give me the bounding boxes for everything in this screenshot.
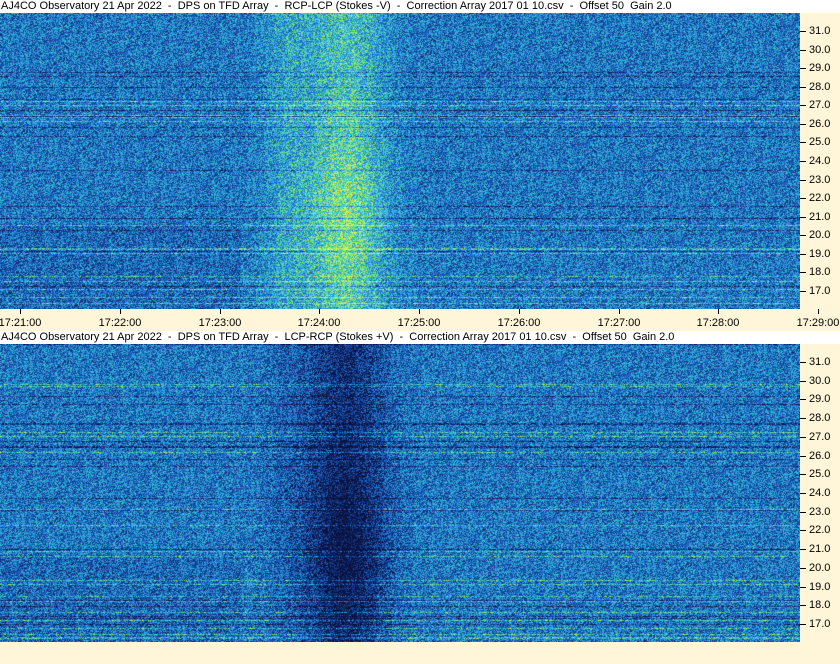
freq-label: 17.0 — [809, 618, 831, 630]
time-label: 17:22:00 — [98, 317, 142, 329]
panel2-frequency-axis: 31.0 30.0 29.0 28.0 27.0 26.0 25.0 24.0 23.0 22.0… — [800, 344, 840, 642]
time-label: 17:28:00 — [696, 317, 740, 329]
freq-label: 30.0 — [809, 44, 831, 56]
panel1-title: AJ4CO Observatory 21 Apr 2022 - DPS on T… — [0, 0, 840, 13]
freq-label: 21.0 — [809, 211, 831, 223]
time-axis: 17:21:00 17:22:00 17:23:00 17:24:00 17:25:00… — [0, 309, 840, 331]
time-label: 17:23:00 — [198, 317, 242, 329]
freq-label: 18.0 — [809, 599, 831, 611]
freq-tick — [800, 50, 806, 51]
time-label: 17:24:00 — [297, 317, 341, 329]
freq-tick — [800, 87, 806, 88]
freq-label: 17.0 — [809, 285, 831, 297]
time-label: 17:21:00 — [0, 317, 42, 329]
freq-label: 27.0 — [809, 431, 831, 443]
time-tick — [519, 309, 520, 314]
freq-tick — [800, 217, 806, 218]
freq-tick — [800, 235, 806, 236]
freq-tick — [800, 291, 806, 292]
freq-tick — [800, 605, 806, 606]
time-tick — [818, 309, 819, 314]
freq-label: 30.0 — [809, 375, 831, 387]
freq-label: 27.0 — [809, 99, 831, 111]
freq-label: 18.0 — [809, 266, 831, 278]
freq-label: 19.0 — [809, 248, 831, 260]
freq-tick — [800, 254, 806, 255]
freq-tick — [800, 568, 806, 569]
freq-label: 22.0 — [809, 524, 831, 536]
freq-label: 31.0 — [809, 356, 831, 368]
freq-label: 29.0 — [809, 393, 831, 405]
time-label: 17:27:00 — [597, 317, 641, 329]
freq-tick — [800, 142, 806, 143]
freq-tick — [800, 68, 806, 69]
time-label: 17:29:00 — [796, 317, 840, 329]
freq-label: 25.0 — [809, 468, 831, 480]
freq-tick — [800, 474, 806, 475]
freq-tick — [800, 493, 806, 494]
time-label: 17:25:00 — [397, 317, 441, 329]
panel2-title: AJ4CO Observatory 21 Apr 2022 - DPS on T… — [0, 331, 840, 344]
freq-tick — [800, 198, 806, 199]
freq-tick — [800, 587, 806, 588]
freq-label: 24.0 — [809, 155, 831, 167]
freq-tick — [800, 105, 806, 106]
freq-label: 23.0 — [809, 506, 831, 518]
freq-tick — [800, 418, 806, 419]
time-label: 17:26:00 — [497, 317, 541, 329]
time-tick — [20, 309, 21, 314]
freq-tick — [800, 456, 806, 457]
bottom-axis-strip — [0, 642, 840, 664]
freq-tick — [800, 161, 806, 162]
freq-label: 31.0 — [809, 25, 831, 37]
freq-label: 21.0 — [809, 543, 831, 555]
freq-tick — [800, 512, 806, 513]
freq-label: 24.0 — [809, 487, 831, 499]
freq-label: 23.0 — [809, 174, 831, 186]
freq-label: 19.0 — [809, 581, 831, 593]
time-tick — [120, 309, 121, 314]
panel1-spectrogram[interactable] — [0, 13, 800, 309]
freq-tick — [800, 530, 806, 531]
freq-label: 22.0 — [809, 192, 831, 204]
time-tick — [419, 309, 420, 314]
freq-tick — [800, 362, 806, 363]
freq-label: 20.0 — [809, 229, 831, 241]
freq-tick — [800, 31, 806, 32]
freq-label: 26.0 — [809, 118, 831, 130]
freq-tick — [800, 549, 806, 550]
time-tick — [718, 309, 719, 314]
freq-label: 29.0 — [809, 62, 831, 74]
freq-tick — [800, 624, 806, 625]
freq-tick — [800, 381, 806, 382]
panel1-frequency-axis: 31.0 30.0 29.0 28.0 27.0 26.0 25.0 24.0 23.0 22.0… — [800, 13, 840, 309]
freq-tick — [800, 180, 806, 181]
time-tick — [220, 309, 221, 314]
freq-label: 20.0 — [809, 562, 831, 574]
freq-tick — [800, 124, 806, 125]
time-tick — [319, 309, 320, 314]
freq-tick — [800, 399, 806, 400]
freq-tick — [800, 272, 806, 273]
freq-label: 25.0 — [809, 136, 831, 148]
panel2-spectrogram[interactable] — [0, 344, 800, 642]
freq-label: 26.0 — [809, 450, 831, 462]
freq-tick — [800, 437, 806, 438]
freq-label: 28.0 — [809, 412, 831, 424]
freq-label: 28.0 — [809, 81, 831, 93]
time-tick — [619, 309, 620, 314]
